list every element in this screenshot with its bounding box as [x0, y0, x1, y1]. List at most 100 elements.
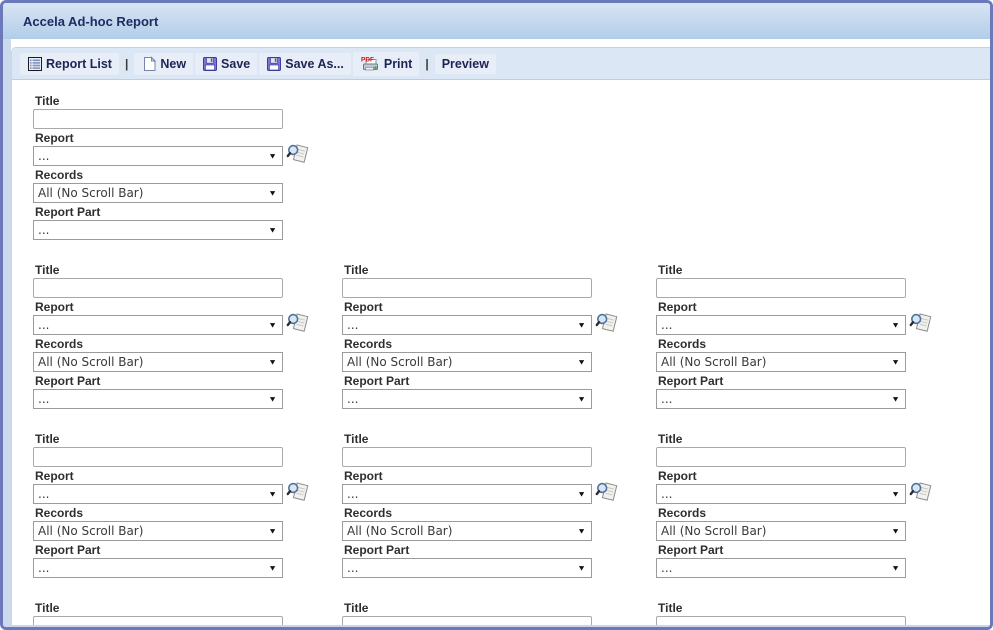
dropdown-caret-icon: ▼ — [268, 189, 277, 197]
records-select-value: All (No Scroll Bar) — [347, 355, 452, 369]
title-input[interactable] — [33, 109, 283, 129]
report-select[interactable]: ... ▼ — [33, 146, 283, 166]
report-part-select-value: ... — [38, 561, 49, 575]
report-select-value: ... — [38, 487, 49, 501]
report-select-wrap: ... ▼ — [656, 484, 906, 504]
report-part-select-value: ... — [661, 392, 672, 406]
report-lookup-icon[interactable] — [286, 480, 310, 504]
left-gutter — [3, 39, 11, 627]
preview-button[interactable]: Preview — [435, 54, 496, 74]
dropdown-caret-icon: ▼ — [891, 527, 900, 535]
report-lookup-icon[interactable] — [286, 311, 310, 335]
report-panel: Title Report ... ▼ Records All (No Scrol… — [33, 95, 283, 240]
preview-label: Preview — [442, 57, 489, 71]
dropdown-caret-icon: ▼ — [577, 321, 586, 329]
title-label: Title — [35, 602, 283, 615]
report-part-select[interactable]: ... ▼ — [342, 558, 592, 578]
report-select-wrap: ... ▼ — [33, 315, 283, 335]
report-lookup-icon[interactable] — [595, 311, 619, 335]
report-part-select[interactable]: ... ▼ — [33, 558, 283, 578]
report-select[interactable]: ... ▼ — [656, 315, 906, 335]
report-select[interactable]: ... ▼ — [33, 484, 283, 504]
records-select[interactable]: All (No Scroll Bar) ▼ — [656, 521, 906, 541]
title-input[interactable] — [33, 278, 283, 298]
records-select[interactable]: All (No Scroll Bar) ▼ — [33, 521, 283, 541]
records-select[interactable]: All (No Scroll Bar) ▼ — [342, 521, 592, 541]
window-title: Accela Ad-hoc Report — [23, 14, 158, 29]
new-document-icon — [141, 56, 157, 72]
print-button[interactable]: PDF Print — [353, 52, 419, 76]
report-lookup-icon[interactable] — [286, 142, 310, 166]
form-row-2: Title Report ... ▼ Records All (No Scrol… — [33, 264, 990, 414]
report-part-select[interactable]: ... ▼ — [656, 558, 906, 578]
report-part-select[interactable]: ... ▼ — [33, 220, 283, 240]
title-input[interactable] — [656, 278, 906, 298]
title-label: Title — [35, 264, 283, 277]
records-select-value: All (No Scroll Bar) — [38, 355, 143, 369]
toolbar-separator: | — [425, 57, 428, 71]
title-label: Title — [35, 433, 283, 446]
records-select[interactable]: All (No Scroll Bar) ▼ — [33, 352, 283, 372]
dropdown-caret-icon: ▼ — [268, 226, 277, 234]
save-as-label: Save As... — [285, 57, 344, 71]
new-button[interactable]: New — [134, 53, 193, 75]
title-input[interactable] — [342, 278, 592, 298]
report-label: Report — [658, 301, 906, 314]
report-select-wrap: ... ▼ — [33, 484, 283, 504]
records-label: Records — [344, 338, 592, 351]
window-titlebar: Accela Ad-hoc Report — [3, 3, 990, 39]
dropdown-caret-icon: ▼ — [891, 358, 900, 366]
report-part-select-value: ... — [38, 223, 49, 237]
pdf-badge: PDF — [361, 56, 374, 63]
report-select-value: ... — [38, 149, 49, 163]
report-select-value: ... — [661, 487, 672, 501]
report-part-select[interactable]: ... ▼ — [656, 389, 906, 409]
dropdown-caret-icon: ▼ — [577, 358, 586, 366]
report-label: Report — [344, 301, 592, 314]
title-input[interactable] — [33, 447, 283, 467]
save-button[interactable]: Save — [195, 53, 257, 75]
report-part-label: Report Part — [344, 544, 592, 557]
records-select[interactable]: All (No Scroll Bar) ▼ — [33, 183, 283, 203]
report-part-label: Report Part — [658, 375, 906, 388]
records-label: Records — [344, 507, 592, 520]
records-select[interactable]: All (No Scroll Bar) ▼ — [656, 352, 906, 372]
toolbar-separator: | — [125, 57, 128, 71]
dropdown-caret-icon: ▼ — [268, 395, 277, 403]
report-part-label: Report Part — [35, 375, 283, 388]
report-part-select-value: ... — [661, 561, 672, 575]
form-row-3: Title Report ... ▼ Records All (No Scrol… — [33, 433, 990, 583]
records-select[interactable]: All (No Scroll Bar) ▼ — [342, 352, 592, 372]
title-input[interactable] — [342, 447, 592, 467]
report-select[interactable]: ... ▼ — [656, 484, 906, 504]
report-grid-content: Title Report ... ▼ Records All (No Scrol… — [12, 81, 990, 627]
new-label: New — [160, 57, 186, 71]
title-label: Title — [344, 602, 592, 615]
report-part-label: Report Part — [344, 375, 592, 388]
title-label: Title — [658, 264, 906, 277]
toolbar: Report List | New — [12, 48, 990, 80]
report-lookup-icon[interactable] — [595, 480, 619, 504]
dropdown-caret-icon: ▼ — [891, 321, 900, 329]
report-part-label: Report Part — [35, 544, 283, 557]
report-label: Report — [344, 470, 592, 483]
report-select-value: ... — [347, 487, 358, 501]
save-as-button[interactable]: Save As... — [259, 53, 351, 75]
title-input[interactable] — [656, 447, 906, 467]
report-label: Report — [35, 132, 283, 145]
dropdown-caret-icon: ▼ — [268, 152, 277, 160]
report-lookup-icon[interactable] — [909, 311, 933, 335]
report-panel: Title Report ... ▼ Records All (No Scrol… — [342, 602, 592, 627]
report-select[interactable]: ... ▼ — [342, 315, 592, 335]
report-panel: Title Report ... ▼ Records All (No Scrol… — [342, 433, 592, 578]
report-list-button[interactable]: Report List — [20, 53, 119, 75]
report-lookup-icon[interactable] — [909, 480, 933, 504]
report-designer-panel: Report List | New — [11, 47, 990, 627]
report-part-select[interactable]: ... ▼ — [33, 389, 283, 409]
save-as-icon — [266, 56, 282, 72]
report-select[interactable]: ... ▼ — [33, 315, 283, 335]
report-select-value: ... — [661, 318, 672, 332]
report-part-select[interactable]: ... ▼ — [342, 389, 592, 409]
title-label: Title — [344, 264, 592, 277]
report-select[interactable]: ... ▼ — [342, 484, 592, 504]
